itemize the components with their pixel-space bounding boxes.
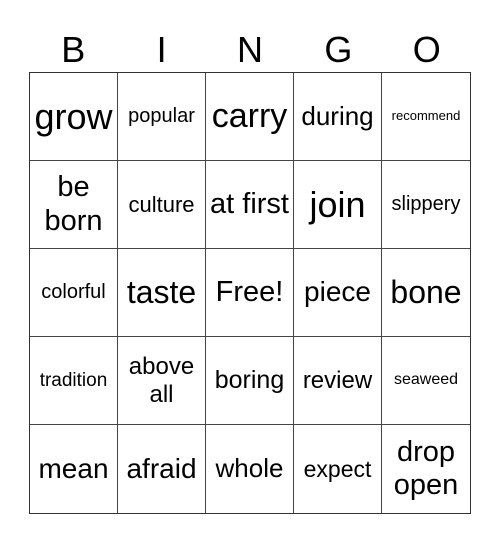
- header-letter-o: O: [412, 29, 441, 70]
- bingo-cell: review: [294, 337, 382, 425]
- bingo-cell: boring: [206, 337, 294, 425]
- bingo-cell: piece: [294, 249, 382, 337]
- bingo-cell: grow: [30, 73, 118, 161]
- bingo-cell: during: [294, 73, 382, 161]
- bingo-cell: above all: [118, 337, 206, 425]
- bingo-cell: tradition: [30, 337, 118, 425]
- bingo-cell: mean: [30, 425, 118, 513]
- header-letter-b: B: [61, 29, 86, 70]
- bingo-cell: drop open: [393, 435, 459, 501]
- bingo-cell: whole: [206, 425, 294, 513]
- bingo-cell: join: [294, 161, 382, 249]
- bingo-cell: recommend: [382, 73, 470, 161]
- bingo-cell: carry: [206, 73, 294, 161]
- header-letter-g: G: [324, 29, 353, 70]
- bingo-cell: be born: [30, 161, 118, 249]
- bingo-cell: expect: [294, 425, 382, 513]
- bingo-cell: bone: [382, 249, 470, 337]
- bingo-cell: slippery: [382, 161, 470, 249]
- header-letter-n: N: [236, 29, 263, 70]
- bingo-cell: afraid: [118, 425, 206, 513]
- bingo-cell: taste: [118, 249, 206, 337]
- header-letter-i: I: [156, 29, 167, 70]
- bingo-cell: Free!: [206, 249, 294, 337]
- bingo-cell: culture: [118, 161, 206, 249]
- bingo-cell: popular: [118, 73, 206, 161]
- bingo-cell: colorful: [30, 249, 118, 337]
- bingo-cell: seaweed: [382, 337, 470, 425]
- bingo-cell: at first: [206, 161, 294, 249]
- bingo-header: B I N G O: [29, 28, 471, 72]
- bingo-grid: grow popular carry during recommend be b…: [29, 72, 471, 514]
